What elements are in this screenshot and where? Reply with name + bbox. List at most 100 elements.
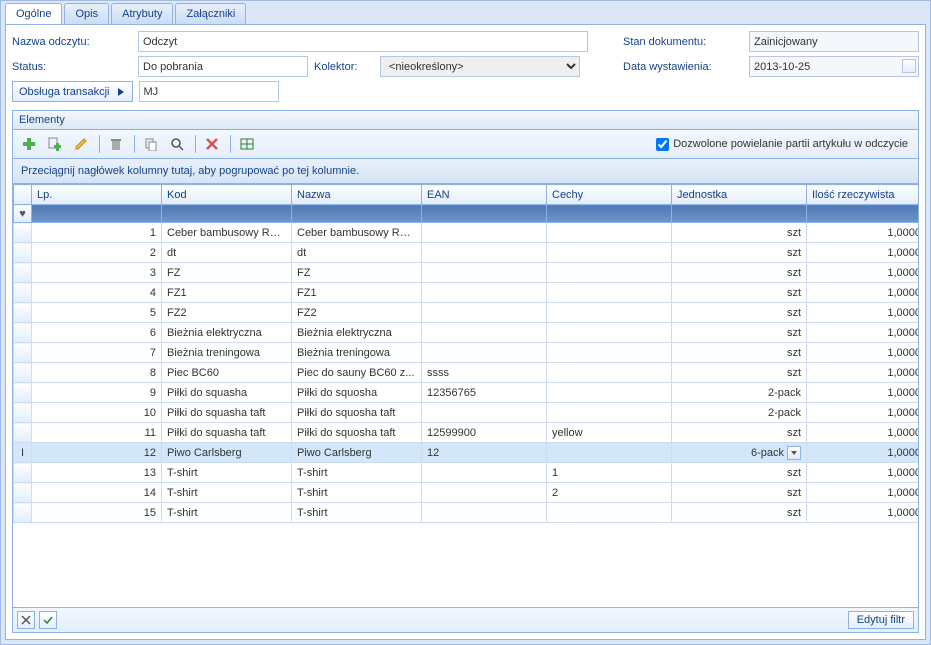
cell-ean[interactable]: [422, 323, 547, 343]
cell-lp[interactable]: 7: [32, 343, 162, 363]
cell-jednostka[interactable]: szt: [672, 363, 807, 383]
cell-ean[interactable]: [422, 303, 547, 323]
cell-cechy[interactable]: [547, 323, 672, 343]
tab-atrybuty[interactable]: Atrybuty: [111, 3, 173, 24]
cell-lp[interactable]: 1: [32, 223, 162, 243]
cell-lp[interactable]: 8: [32, 363, 162, 383]
cell-nazwa[interactable]: Bieżnia elektryczna: [292, 323, 422, 343]
table-row[interactable]: 13T-shirtT-shirt1szt1,0000: [14, 463, 919, 483]
cell-cechy[interactable]: [547, 303, 672, 323]
cell-jednostka[interactable]: szt: [672, 463, 807, 483]
cell-kod[interactable]: Bieżnia treningowa: [162, 343, 292, 363]
cell-cechy[interactable]: yellow: [547, 423, 672, 443]
filter-jednostka[interactable]: [672, 205, 807, 223]
excel-button[interactable]: [235, 133, 259, 155]
cell-cechy[interactable]: [547, 263, 672, 283]
cell-kod[interactable]: FZ: [162, 263, 292, 283]
cell-ilosc[interactable]: 1,0000: [807, 243, 919, 263]
table-row[interactable]: 2dtdtszt1,0000: [14, 243, 919, 263]
cell-kod[interactable]: FZ1: [162, 283, 292, 303]
cell-ilosc[interactable]: 1,0000: [807, 443, 919, 463]
cell-kod[interactable]: Bieżnia elektryczna: [162, 323, 292, 343]
cell-nazwa[interactable]: FZ1: [292, 283, 422, 303]
col-indicator[interactable]: [14, 185, 32, 205]
remove-button[interactable]: [200, 133, 224, 155]
cell-ilosc[interactable]: 1,0000: [807, 223, 919, 243]
cell-lp[interactable]: 6: [32, 323, 162, 343]
add-list-button[interactable]: [43, 133, 67, 155]
cell-nazwa[interactable]: Piłki do squosha taft: [292, 423, 422, 443]
cell-ilosc[interactable]: 1,0000: [807, 303, 919, 323]
cell-nazwa[interactable]: Piwo Carlsberg: [292, 443, 422, 463]
cell-cechy[interactable]: [547, 243, 672, 263]
table-row[interactable]: 15T-shirtT-shirtszt1,0000: [14, 503, 919, 523]
cell-nazwa[interactable]: FZ: [292, 263, 422, 283]
cell-ean[interactable]: [422, 243, 547, 263]
cell-nazwa[interactable]: FZ2: [292, 303, 422, 323]
obsluga-transakcji-input[interactable]: [139, 81, 279, 102]
cell-jednostka[interactable]: szt: [672, 283, 807, 303]
cell-ean[interactable]: [422, 343, 547, 363]
cell-lp[interactable]: 4: [32, 283, 162, 303]
table-row[interactable]: 11Piłki do squasha taftPiłki do squosha …: [14, 423, 919, 443]
cell-ean[interactable]: [422, 503, 547, 523]
dozwolone-checkbox[interactable]: [656, 138, 669, 151]
cell-cechy[interactable]: [547, 443, 672, 463]
table-row[interactable]: 3FZFZszt1,0000: [14, 263, 919, 283]
cell-jednostka[interactable]: szt: [672, 503, 807, 523]
col-jednostka[interactable]: Jednostka: [672, 185, 807, 205]
cell-ilosc[interactable]: 1,0000: [807, 423, 919, 443]
cell-kod[interactable]: Piłki do squasha: [162, 383, 292, 403]
cell-nazwa[interactable]: T-shirt: [292, 503, 422, 523]
cell-kod[interactable]: T-shirt: [162, 483, 292, 503]
table-row[interactable]: 6Bieżnia elektrycznaBieżnia elektrycznas…: [14, 323, 919, 343]
cell-jednostka[interactable]: szt: [672, 323, 807, 343]
cell-ilosc[interactable]: 1,0000: [807, 323, 919, 343]
table-row[interactable]: I12Piwo CarlsbergPiwo Carlsberg126-pack1…: [14, 443, 919, 463]
tab-opis[interactable]: Opis: [64, 3, 109, 24]
data-wystawienia-input[interactable]: [749, 56, 919, 77]
cell-jednostka[interactable]: szt: [672, 263, 807, 283]
cell-ean[interactable]: 12599900: [422, 423, 547, 443]
cell-cechy[interactable]: [547, 403, 672, 423]
cell-ean[interactable]: [422, 283, 547, 303]
cell-ean[interactable]: [422, 223, 547, 243]
table-row[interactable]: 10Piłki do squasha taftPiłki do squosha …: [14, 403, 919, 423]
add-button[interactable]: [17, 133, 41, 155]
cell-ean[interactable]: [422, 263, 547, 283]
copy-button[interactable]: [139, 133, 163, 155]
cell-ilosc[interactable]: 1,0000: [807, 383, 919, 403]
cell-lp[interactable]: 3: [32, 263, 162, 283]
cell-cechy[interactable]: 2: [547, 483, 672, 503]
cell-cechy[interactable]: [547, 343, 672, 363]
delete-button[interactable]: [104, 133, 128, 155]
cell-ilosc[interactable]: 1,0000: [807, 343, 919, 363]
cell-ilosc[interactable]: 1,0000: [807, 403, 919, 423]
apply-filter-button[interactable]: [39, 611, 57, 629]
cell-cechy[interactable]: [547, 363, 672, 383]
table-row[interactable]: 14T-shirtT-shirt2szt1,0000: [14, 483, 919, 503]
cell-lp[interactable]: 13: [32, 463, 162, 483]
close-filter-button[interactable]: [17, 611, 35, 629]
cell-kod[interactable]: FZ2: [162, 303, 292, 323]
cell-jednostka[interactable]: szt: [672, 223, 807, 243]
cell-nazwa[interactable]: Piłki do squosha taft: [292, 403, 422, 423]
cell-ean[interactable]: [422, 463, 547, 483]
cell-jednostka[interactable]: szt: [672, 343, 807, 363]
cell-cechy[interactable]: [547, 503, 672, 523]
cell-ean[interactable]: 12: [422, 443, 547, 463]
col-nazwa[interactable]: Nazwa: [292, 185, 422, 205]
cell-kod[interactable]: Piłki do squasha taft: [162, 423, 292, 443]
grid[interactable]: Lp. Kod Nazwa EAN Cechy Jednostka Ilość …: [13, 184, 918, 523]
cell-jednostka[interactable]: 2-pack: [672, 383, 807, 403]
cell-nazwa[interactable]: Piłki do squosha: [292, 383, 422, 403]
edit-button[interactable]: [69, 133, 93, 155]
table-row[interactable]: 7Bieżnia treningowaBieżnia treningowaszt…: [14, 343, 919, 363]
cell-ilosc[interactable]: 1,0000: [807, 503, 919, 523]
table-row[interactable]: 9Piłki do squashaPiłki do squosha1235676…: [14, 383, 919, 403]
cell-lp[interactable]: 15: [32, 503, 162, 523]
cell-ean[interactable]: [422, 483, 547, 503]
cell-lp[interactable]: 5: [32, 303, 162, 323]
cell-ilosc[interactable]: 1,0000: [807, 283, 919, 303]
cell-cechy[interactable]: [547, 283, 672, 303]
